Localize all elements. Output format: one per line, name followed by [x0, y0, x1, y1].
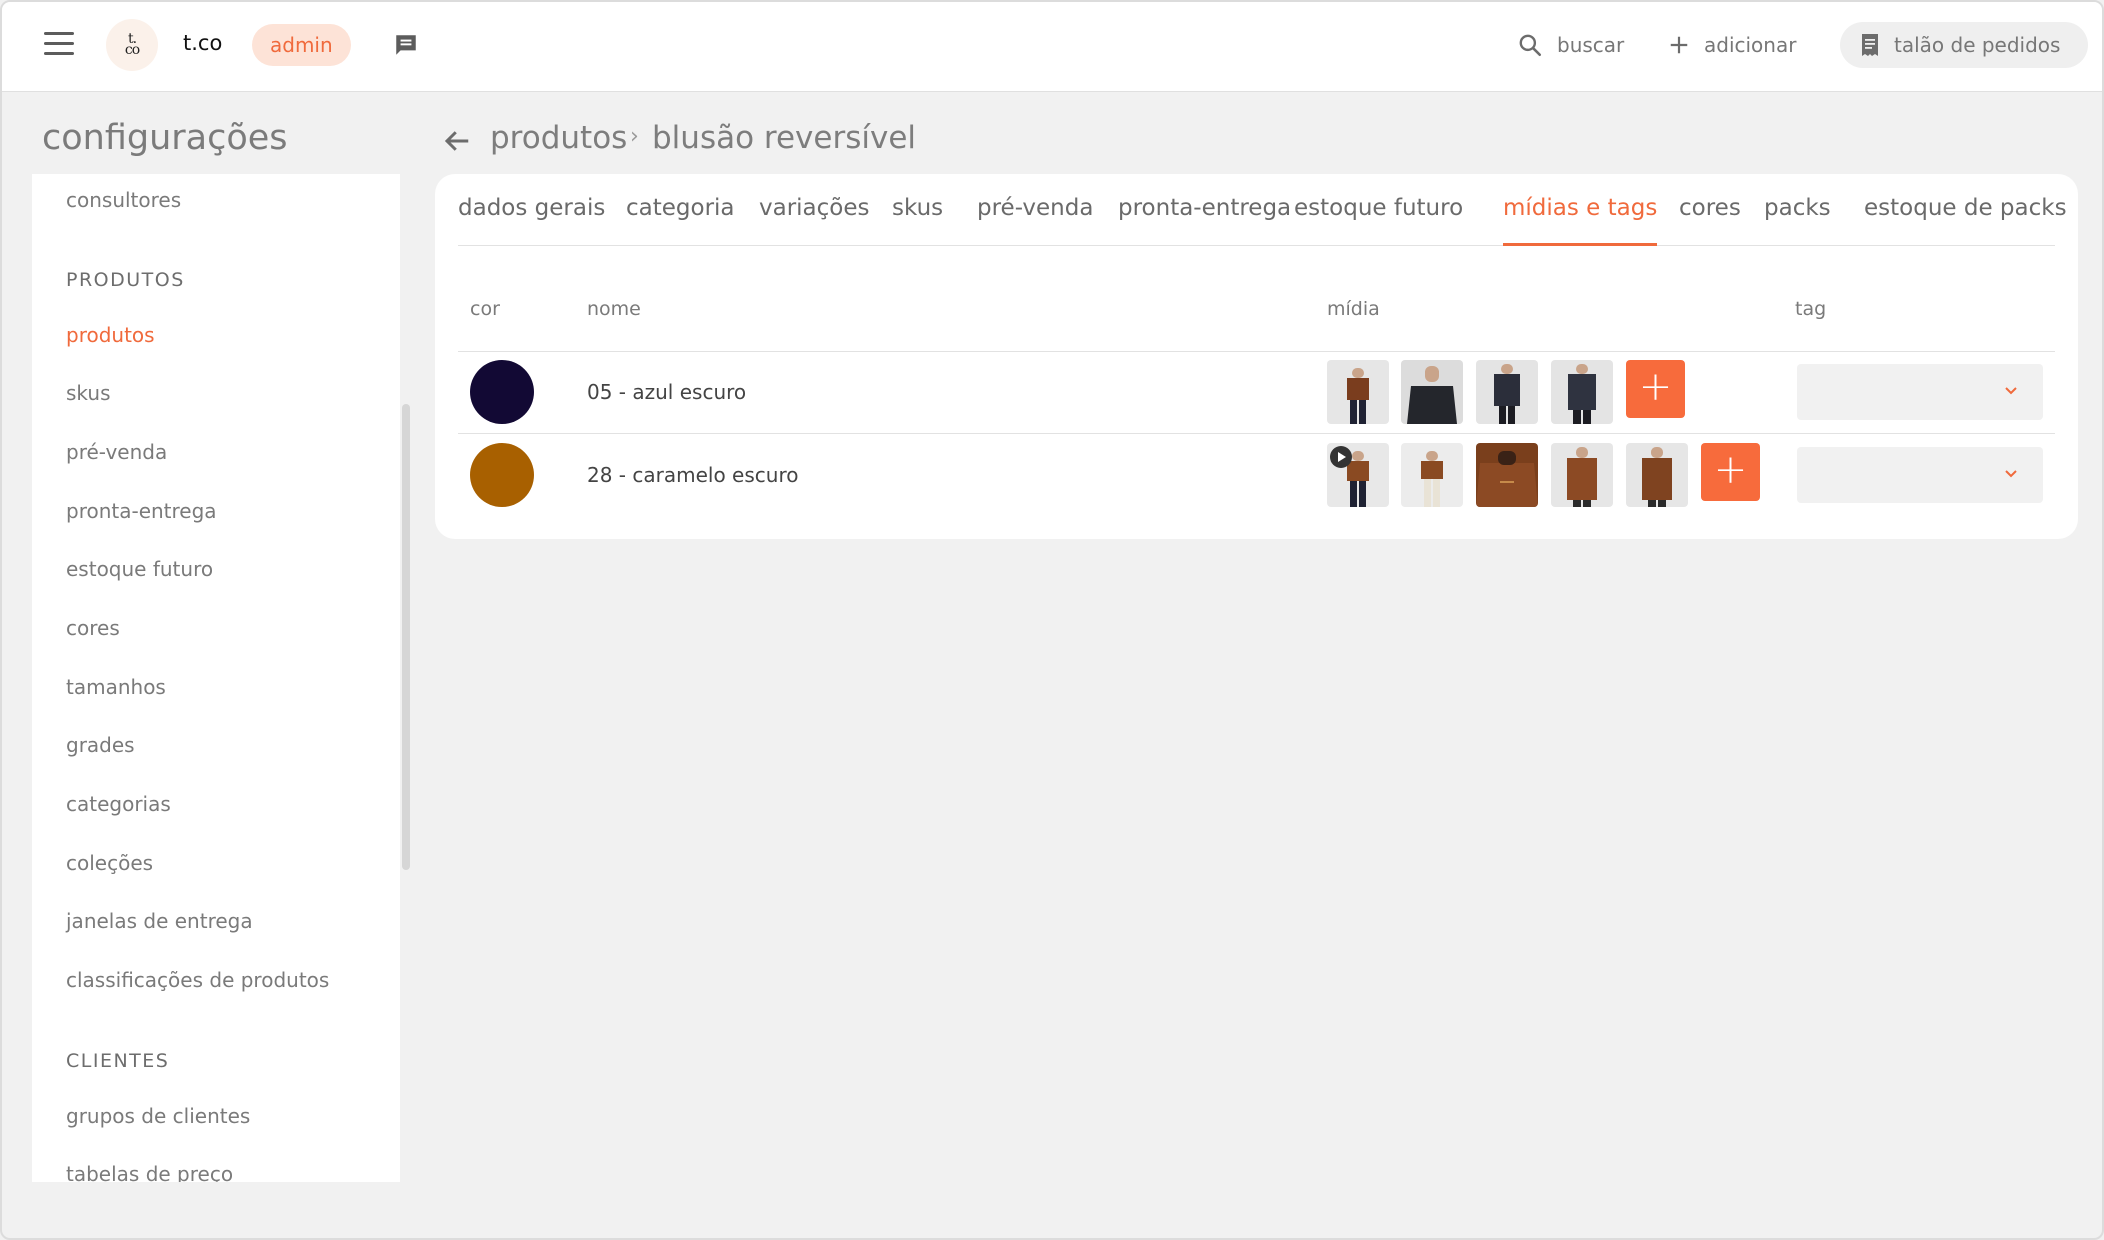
- sidebar-item-categorias[interactable]: categorias: [66, 792, 171, 816]
- receipt-icon: [1862, 34, 1878, 56]
- sidebar-item-grades[interactable]: grades: [66, 733, 135, 757]
- media-thumbnail[interactable]: [1401, 360, 1463, 424]
- media-thumbnail[interactable]: [1626, 443, 1688, 507]
- media-thumbnail[interactable]: [1401, 443, 1463, 507]
- media-thumbnail[interactable]: [1551, 360, 1613, 424]
- sidebar-heading-clientes: CLIENTES: [66, 1050, 170, 1072]
- settings-title: configurações: [42, 118, 288, 158]
- search-icon: [1519, 34, 1542, 57]
- chevron-down-icon: [2005, 470, 2017, 478]
- media-thumbnail[interactable]: [1476, 443, 1538, 507]
- sidebar-item-tamanhos[interactable]: tamanhos: [66, 675, 166, 699]
- breadcrumb-separator: ›: [630, 124, 639, 149]
- chat-icon[interactable]: [392, 32, 420, 58]
- sidebar-item-grupos-de-clientes[interactable]: grupos de clientes: [66, 1104, 250, 1128]
- column-header-midia: mídia: [1327, 298, 1380, 320]
- add-media-button[interactable]: +: [1701, 443, 1760, 501]
- color-swatch: [470, 360, 534, 424]
- tag-select[interactable]: [1797, 447, 2043, 503]
- brand-name: t.co: [183, 31, 223, 55]
- row-divider: [458, 351, 2055, 352]
- add-media-button[interactable]: +: [1626, 360, 1685, 418]
- search-button[interactable]: buscar: [1517, 22, 1624, 68]
- tab-midias-e-tags[interactable]: mídias e tags: [1503, 195, 1658, 246]
- row-divider: [458, 433, 2055, 434]
- tab-pronta-entrega[interactable]: pronta-entrega: [1118, 195, 1291, 246]
- search-label: buscar: [1557, 33, 1625, 57]
- tab-skus[interactable]: skus: [892, 195, 943, 246]
- add-label: adicionar: [1704, 33, 1797, 57]
- tab-estoque-futuro[interactable]: estoque futuro: [1294, 195, 1463, 246]
- tab-variacoes[interactable]: variações: [759, 195, 870, 246]
- sidebar-item-consultores[interactable]: consultores: [66, 188, 181, 212]
- media-thumbnail[interactable]: [1327, 360, 1389, 424]
- tab-bar: dados gerais categoria variações skus pr…: [458, 174, 2067, 246]
- orders-label: talão de pedidos: [1894, 33, 2061, 57]
- color-swatch: [470, 443, 534, 507]
- sidebar-item-estoque-futuro[interactable]: estoque futuro: [66, 557, 213, 581]
- tab-dados-gerais[interactable]: dados gerais: [458, 195, 605, 246]
- sidebar-heading-produtos: PRODUTOS: [66, 269, 185, 291]
- orders-button[interactable]: talão de pedidos: [1840, 22, 2089, 68]
- breadcrumb-parent[interactable]: produtos: [490, 120, 627, 156]
- sidebar-item-pre-venda[interactable]: pré-venda: [66, 440, 167, 464]
- sidebar-item-produtos[interactable]: produtos: [66, 323, 155, 347]
- app-window: t. co t.co admin buscar adicionar talão …: [0, 0, 2104, 1240]
- media-thumbnail[interactable]: [1551, 443, 1613, 507]
- back-arrow-icon[interactable]: [442, 126, 472, 156]
- column-header-tag: tag: [1795, 298, 1827, 320]
- add-button[interactable]: adicionar: [1668, 22, 1796, 68]
- sidebar-item-colecoes[interactable]: coleções: [66, 851, 153, 875]
- sidebar-item-skus[interactable]: skus: [66, 381, 110, 405]
- tag-select[interactable]: [1797, 364, 2043, 420]
- plus-icon: [1670, 36, 1688, 54]
- color-name: 05 - azul escuro: [587, 380, 747, 404]
- column-header-cor: cor: [470, 298, 500, 320]
- media-thumbnail[interactable]: [1476, 360, 1538, 424]
- settings-sidebar: consultores PRODUTOS produtos skus pré-v…: [32, 174, 400, 1182]
- role-badge: admin: [252, 24, 351, 66]
- brand-logo[interactable]: t. co: [106, 19, 158, 71]
- product-media-card: dados gerais categoria variações skus pr…: [435, 174, 2078, 539]
- breadcrumb-current: blusão reversível: [652, 120, 916, 156]
- sidebar-item-cores[interactable]: cores: [66, 616, 120, 640]
- sidebar-item-janelas-de-entrega[interactable]: janelas de entrega: [66, 909, 253, 933]
- tab-cores[interactable]: cores: [1679, 195, 1741, 246]
- tab-pre-venda[interactable]: pré-venda: [977, 195, 1093, 246]
- sidebar-scrollbar[interactable]: [402, 404, 410, 870]
- tab-categoria[interactable]: categoria: [626, 195, 735, 246]
- logo-line-2: co: [124, 42, 140, 58]
- play-icon: [1330, 446, 1352, 468]
- tab-estoque-de-packs[interactable]: estoque de packs: [1864, 195, 2067, 246]
- media-thumbnail[interactable]: [1327, 443, 1389, 507]
- column-header-nome: nome: [587, 298, 641, 320]
- sidebar-item-tabelas-de-preco[interactable]: tabelas de preço: [66, 1162, 233, 1182]
- chevron-down-icon: [2005, 387, 2017, 395]
- color-name: 28 - caramelo escuro: [587, 463, 799, 487]
- top-bar: t. co t.co admin buscar adicionar talão …: [2, 2, 2102, 92]
- sidebar-item-pronta-entrega[interactable]: pronta-entrega: [66, 499, 217, 523]
- tab-packs[interactable]: packs: [1764, 195, 1831, 246]
- menu-icon[interactable]: [44, 32, 74, 58]
- sidebar-item-classificacoes[interactable]: classificações de produtos: [66, 968, 329, 992]
